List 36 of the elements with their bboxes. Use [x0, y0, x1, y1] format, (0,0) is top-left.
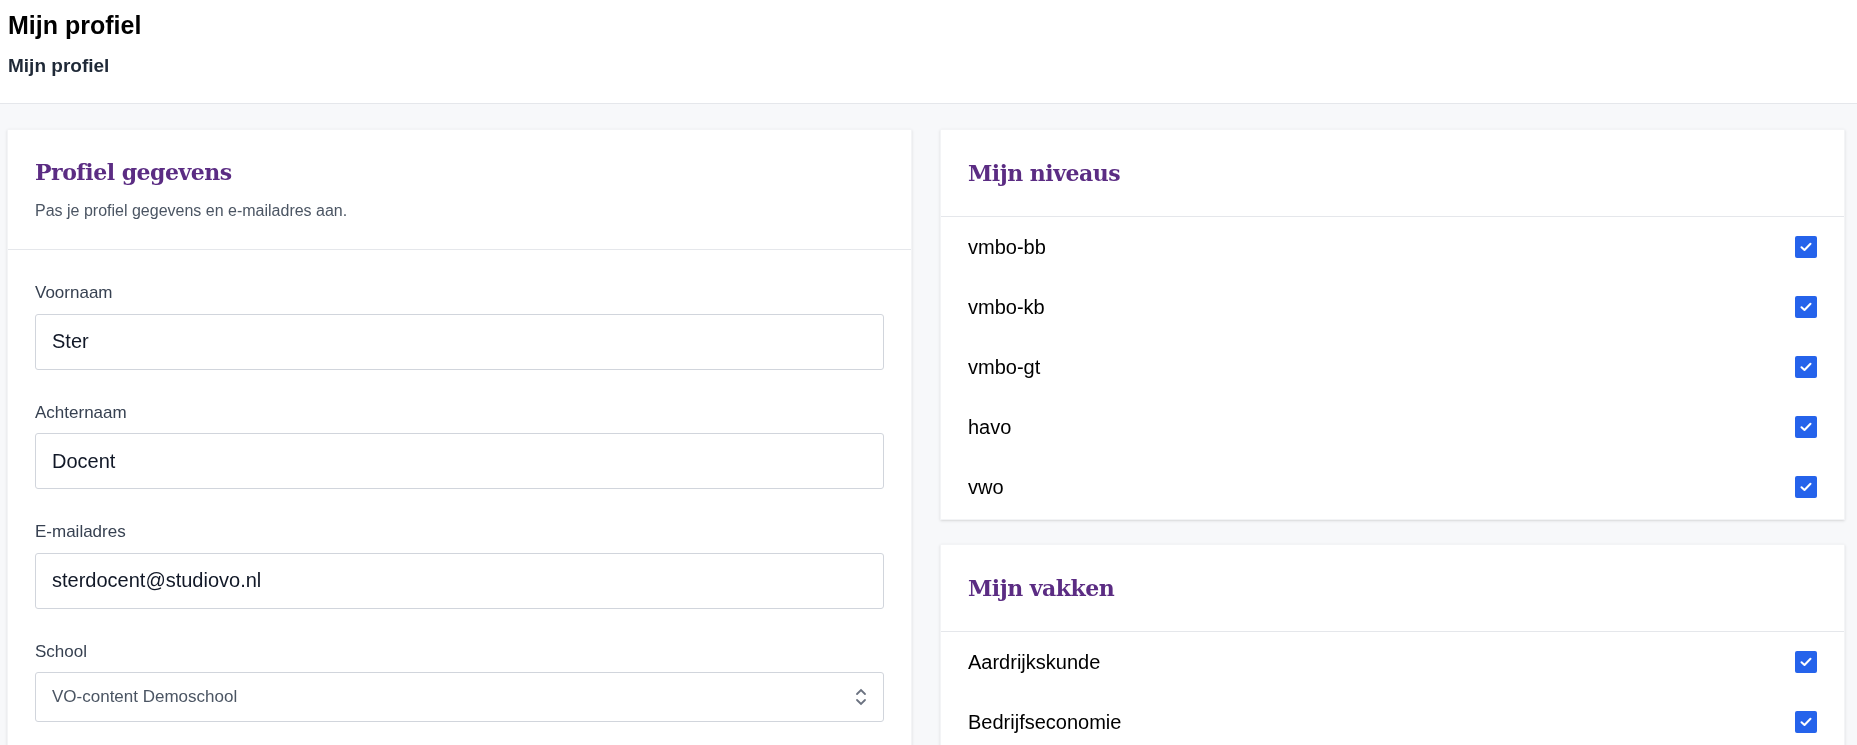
option-label: Aardrijkskunde [968, 650, 1101, 675]
option-label: havo [968, 415, 1012, 440]
checkbox[interactable] [1795, 416, 1817, 438]
checkbox[interactable] [1795, 651, 1817, 673]
checkmark-icon [1800, 482, 1812, 492]
checkbox[interactable] [1795, 356, 1817, 378]
option-label: vmbo-bb [968, 235, 1046, 260]
card-description: Pas je profiel gegevens en e-mailadres aan. [35, 201, 349, 221]
chevron-up-down-icon [855, 687, 867, 707]
input-field[interactable]: Ster [35, 313, 884, 370]
field-label: Voornaam [35, 282, 114, 304]
checkbox[interactable] [1795, 296, 1817, 318]
option-label: Bedrijfseconomie [968, 710, 1122, 735]
field-label: E-mailadres [35, 521, 127, 543]
option-label: vwo [968, 475, 1004, 500]
card-title: Profiel gegevens [35, 158, 233, 187]
select-field[interactable]: VO-content Demoschool [35, 672, 884, 722]
checkmark-icon [1800, 717, 1812, 727]
checkmark-icon [1800, 242, 1812, 252]
input-field[interactable]: Docent [35, 433, 884, 489]
option-label: vmbo-gt [968, 355, 1041, 380]
checkbox[interactable] [1795, 476, 1817, 498]
page-title: Mijn profiel [8, 10, 143, 41]
checkbox[interactable] [1795, 711, 1817, 733]
checkmark-icon [1800, 302, 1812, 312]
card-title: Mijn vakken [968, 573, 1115, 603]
input-field[interactable]: sterdocent@studiovo.nl [35, 552, 884, 609]
option-label: vmbo-kb [968, 295, 1045, 320]
field-label: School [35, 640, 88, 663]
checkmark-icon [1800, 657, 1812, 667]
checkmark-icon [1800, 362, 1812, 372]
breadcrumb: Mijn profiel [8, 54, 111, 78]
checkmark-icon [1800, 422, 1812, 432]
field-label: Achternaam [35, 401, 128, 424]
checkbox[interactable] [1795, 236, 1817, 258]
card-title: Mijn niveaus [968, 158, 1121, 188]
